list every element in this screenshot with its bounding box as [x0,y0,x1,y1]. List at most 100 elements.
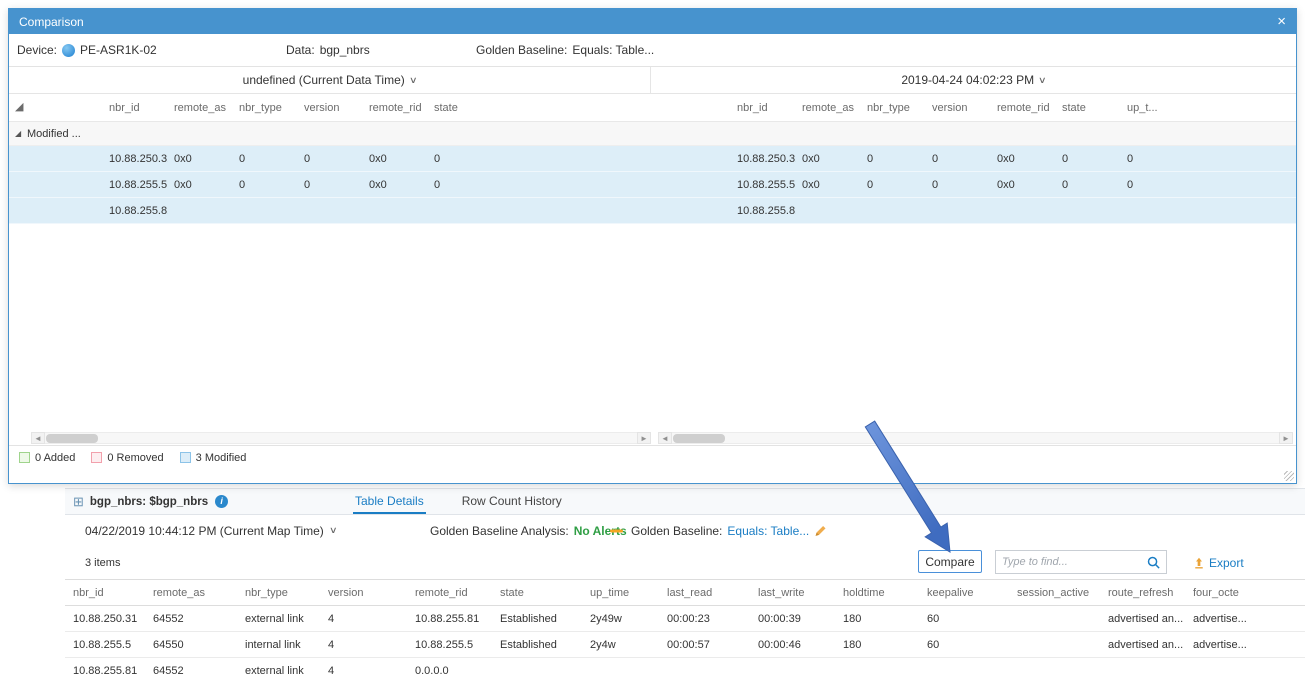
collapse-group-icon[interactable]: ◢ [9,130,27,138]
left-panel-scrollbar[interactable]: ◄ ► [31,431,651,445]
tab-table-details[interactable]: Table Details [353,489,426,514]
map-time-selector[interactable]: 04/22/2019 10:44:12 PM (Current Map Time… [85,524,336,538]
legend-label: 0 Added [35,452,75,464]
data-label: Data: [286,43,315,57]
column-header[interactable]: version [298,102,363,114]
column-header[interactable]: nbr_type [861,102,926,114]
column-header[interactable]: up_time [582,587,659,599]
scrollbar-thumb[interactable] [46,434,98,443]
scroll-left-icon[interactable]: ◄ [658,432,672,444]
search-icon[interactable] [1146,555,1161,570]
golden-baseline-setting: Golden Baseline: Equals: Table... [631,524,809,538]
baseline-label: Golden Baseline: [476,43,567,57]
device-icon [62,44,75,57]
diff-legend: 0 Added 0 Removed 3 Modified [9,445,1296,469]
comparison-cell: 0 [428,179,651,191]
comparison-cell: 0 [1121,179,1296,191]
legend-swatch [91,452,102,463]
column-header[interactable]: keepalive [919,587,1009,599]
horizontal-scrollbars: ◄ ► ◄ ► [9,430,1296,445]
comparison-cell: 0 [861,153,926,165]
comparison-cell: 0 [428,153,651,165]
export-button[interactable]: Export [1193,556,1244,570]
baseline-toolbar: 04/22/2019 10:44:12 PM (Current Map Time… [65,515,1305,546]
column-header[interactable]: up_t... [1121,102,1296,114]
scrollbar-thumb[interactable] [673,434,725,443]
table-cell: 4 [320,665,407,677]
compare-button[interactable]: Compare [918,550,982,573]
search-input[interactable] [996,556,1146,568]
column-header[interactable]: remote_as [796,102,861,114]
table-cell: 00:00:57 [659,639,750,651]
table-cell: external link [237,665,320,677]
column-header[interactable]: version [926,102,991,114]
table-row[interactable]: 10.88.255.8164552external link40.0.0.0 [65,658,1305,682]
column-header[interactable]: session_active [1009,587,1100,599]
scrollbar-track[interactable] [45,432,637,444]
edit-pencil-icon[interactable] [814,524,827,537]
table-cell: 60 [919,639,1009,651]
table-cell: 00:00:39 [750,613,835,625]
resize-handle[interactable] [1284,471,1294,481]
column-header[interactable]: remote_rid [991,102,1056,114]
left-time-selector[interactable]: undefined (Current Data Time) ∨ [9,67,651,93]
baseline-line-indicator [610,529,623,532]
comparison-row[interactable]: 10.88.255.50x0000x0010.88.255.50x0000x00… [9,172,1296,198]
right-time-selector[interactable]: 2019-04-24 04:02:23 PM ∨ [651,67,1296,93]
table-cell: 10.88.250.31 [65,613,145,625]
column-header[interactable]: nbr_id [65,587,145,599]
legend-item: 3 Modified [180,452,247,464]
column-header[interactable]: last_write [750,587,835,599]
data-value: bgp_nbrs [320,43,370,57]
collapse-all-icon[interactable]: ◢ [9,102,31,113]
table-row[interactable]: 10.88.255.564550internal link410.88.255.… [65,632,1305,658]
table-cell: advertised an... [1100,613,1185,625]
column-header[interactable]: nbr_type [237,587,320,599]
column-header[interactable]: remote_as [145,587,237,599]
scroll-right-icon[interactable]: ► [1279,432,1293,444]
table-cell: 64550 [145,639,237,651]
table-cell: 10.88.255.5 [407,639,492,651]
column-header[interactable]: remote_as [168,102,233,114]
device-name: PE-ASR1K-02 [80,43,157,57]
chevron-down-icon: ∨ [1038,75,1047,86]
scrollbar-track[interactable] [672,432,1279,444]
column-header[interactable]: version [320,587,407,599]
right-panel-scrollbar[interactable]: ◄ ► [658,431,1293,445]
comparison-row[interactable]: 10.88.255.8110.88.255.81 [9,198,1296,224]
table-row[interactable]: 10.88.250.3164552external link410.88.255… [65,606,1305,632]
scroll-left-icon[interactable]: ◄ [31,432,45,444]
table-cell: 4 [320,639,407,651]
empty-area [9,224,1296,430]
comparison-cell: 10.88.255.81 [103,205,168,217]
legend-swatch [19,452,30,463]
column-header[interactable]: state [1056,102,1121,114]
table-icon: ⊞ [73,494,84,510]
baseline-link[interactable]: Equals: Table... [727,524,809,538]
column-header[interactable]: state [492,587,582,599]
column-header[interactable]: four_octe [1185,587,1305,599]
column-header[interactable]: nbr_type [233,102,298,114]
column-header[interactable]: remote_rid [363,102,428,114]
column-header[interactable]: route_refresh [1100,587,1185,599]
comparison-cell: 0 [1056,179,1121,191]
info-icon[interactable]: i [215,495,228,508]
column-header[interactable]: nbr_id [103,102,168,114]
column-header[interactable]: remote_rid [407,587,492,599]
tab-row-count-history[interactable]: Row Count History [460,489,564,514]
comparison-cell: 0 [233,179,298,191]
column-header[interactable]: nbr_id [731,102,796,114]
comparison-cell: 0x0 [168,153,233,165]
details-column-headers: nbr_idremote_asnbr_typeversionremote_rid… [65,579,1305,606]
column-header[interactable]: state [428,102,651,114]
modified-group-row[interactable]: ◢ Modified ... [9,122,1296,146]
comparison-row[interactable]: 10.88.250.310x0000x0010.88.250.310x0000x… [9,146,1296,172]
column-header[interactable]: holdtime [835,587,919,599]
scroll-right-icon[interactable]: ► [637,432,651,444]
close-icon[interactable]: × [1277,14,1286,29]
comparison-cell: 0 [298,153,363,165]
comparison-cell: 0x0 [991,153,1056,165]
legend-item: 0 Removed [91,452,163,464]
comparison-cell: 0x0 [796,179,861,191]
column-header[interactable]: last_read [659,587,750,599]
